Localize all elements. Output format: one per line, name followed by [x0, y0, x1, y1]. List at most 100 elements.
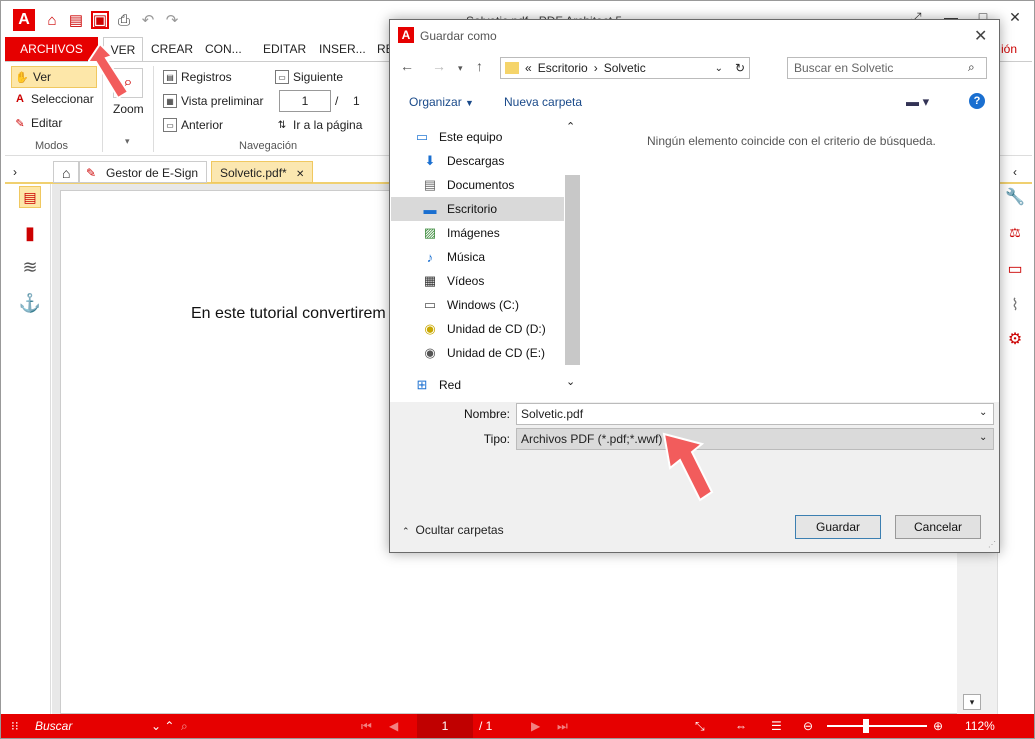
- dialog-close-button[interactable]: ✕: [974, 26, 987, 46]
- panel-toggle-icon[interactable]: ›: [5, 161, 25, 183]
- layers-icon[interactable]: ≋: [19, 256, 41, 278]
- zoom-slider-thumb[interactable]: [863, 719, 869, 733]
- registros-button[interactable]: ▤ Registros: [163, 70, 232, 84]
- filename-dropdown-icon[interactable]: ⌄: [979, 407, 987, 418]
- wrench-icon[interactable]: 🔧: [1004, 186, 1026, 208]
- cancel-button[interactable]: Cancelar: [895, 515, 981, 539]
- open-folder-icon[interactable]: ▤: [67, 11, 85, 29]
- certificate-icon[interactable]: ⚙: [1004, 328, 1026, 350]
- page-number-input[interactable]: 1: [279, 90, 331, 112]
- attachment-icon[interactable]: ⌇: [1004, 294, 1026, 316]
- single-page-icon[interactable]: ☰: [771, 714, 782, 738]
- tree-item-descargas[interactable]: ⬇ Descargas: [421, 149, 594, 173]
- collapse-right-icon[interactable]: ‹: [1005, 161, 1025, 183]
- filetype-select[interactable]: Archivos PDF (*.pdf;*.wwf): [516, 428, 994, 450]
- print-icon[interactable]: ⎙: [115, 11, 133, 29]
- anchor-icon[interactable]: ⚓: [19, 292, 41, 314]
- filetype-dropdown-icon[interactable]: ⌄: [979, 432, 987, 443]
- pictures-icon: ▨: [423, 225, 437, 240]
- address-dropdown-icon[interactable]: ⌄: [715, 63, 723, 74]
- home-tab-icon[interactable]: ⌂: [53, 161, 80, 183]
- tree-scrollbar-thumb[interactable]: [565, 175, 580, 365]
- mode-ver-button[interactable]: ✋ Ver: [11, 66, 97, 88]
- scroll-down-icon[interactable]: ▾: [963, 694, 981, 710]
- back-arrow-icon[interactable]: ←: [400, 58, 414, 74]
- redo-icon[interactable]: ↷: [163, 11, 181, 29]
- mode-select-button[interactable]: A Seleccionar: [13, 92, 94, 106]
- pages-panel-icon[interactable]: ▤: [19, 186, 41, 208]
- search-field[interactable]: Buscar: [35, 714, 72, 738]
- fit-width-icon[interactable]: ⇔: [735, 714, 747, 738]
- address-bar[interactable]: « Escritorio › Solvetic ⌄ ↻: [500, 57, 750, 79]
- new-folder-button[interactable]: Nueva carpeta: [504, 95, 582, 109]
- zoom-out-icon[interactable]: ⊖: [803, 714, 813, 738]
- undo-icon[interactable]: ↶: [139, 11, 157, 29]
- next-page-icon[interactable]: ▶: [531, 714, 540, 738]
- first-page-icon[interactable]: ⏮: [361, 714, 372, 738]
- view-options-icon[interactable]: ▬ ▾: [906, 94, 929, 110]
- status-bar: ⁝⁝ Buscar ⌄ ⌃ ⌕ ⏮ ◀ 1 / 1 ▶ ⏭ ⤡ ⇔ ☰ ⊖ ⊕ …: [1, 714, 1034, 738]
- bookmark-icon[interactable]: ▮: [19, 222, 41, 244]
- siguiente-button[interactable]: ▭ Siguiente: [275, 70, 343, 84]
- tab-insertar[interactable]: INSER...: [313, 37, 372, 61]
- fit-page-icon[interactable]: ⤡: [695, 714, 705, 738]
- breadcrumb-separator-icon: ›: [593, 61, 598, 75]
- tree-scroll-up-icon[interactable]: ⌃: [566, 120, 575, 133]
- vista-preliminar-button[interactable]: ▦ Vista preliminar: [163, 94, 263, 108]
- zoom-level[interactable]: 112%: [965, 714, 995, 738]
- comment-icon[interactable]: ▭: [1004, 258, 1026, 280]
- drive-icon: ▭: [423, 297, 437, 312]
- compare-icon[interactable]: ⚖: [1004, 222, 1026, 244]
- search-icon[interactable]: ⌕: [181, 714, 188, 738]
- tab-esign[interactable]: ✎ Gestor de E-Sign: [79, 161, 208, 183]
- tree-item-escritorio[interactable]: ▬ Escritorio: [391, 197, 564, 221]
- recent-dropdown-icon[interactable]: ▾: [458, 63, 463, 74]
- tab-archivos[interactable]: ARCHIVOS: [5, 37, 98, 61]
- last-page-icon[interactable]: ⏭: [557, 714, 568, 738]
- save-icon[interactable]: ▣: [91, 11, 109, 29]
- tree-scroll-down-icon[interactable]: ⌄: [566, 375, 575, 388]
- save-button[interactable]: Guardar: [795, 515, 881, 539]
- home-icon[interactable]: ⌂: [43, 11, 61, 29]
- zoom-in-icon[interactable]: ⊕: [933, 714, 943, 738]
- zoom-slider-track[interactable]: [827, 725, 927, 727]
- resize-grip-icon[interactable]: ⋰: [988, 540, 996, 549]
- goto-page-icon: ⇅: [277, 119, 287, 131]
- mode-edit-button[interactable]: ✎ Editar: [13, 116, 62, 130]
- search-options-icon[interactable]: ⌄ ⌃: [151, 714, 174, 738]
- breadcrumb-solvetic[interactable]: Solvetic: [604, 61, 646, 75]
- tab-convertir[interactable]: CON...: [199, 37, 248, 61]
- tab-solvetic-pdf[interactable]: Solvetic.pdf* ✕: [211, 161, 314, 183]
- close-tab-icon[interactable]: ✕: [296, 169, 304, 180]
- hide-folders-toggle[interactable]: ⌃ Ocultar carpetas: [402, 523, 504, 537]
- tab-editar[interactable]: EDITAR: [257, 37, 312, 61]
- tree-item-red[interactable]: ⊞ Red: [413, 373, 586, 397]
- group-label-modos: Modos: [35, 140, 69, 152]
- prev-page-icon[interactable]: ◀: [389, 714, 398, 738]
- dialog-search-input[interactable]: Buscar en Solvetic: [787, 57, 987, 79]
- annotation-arrow-icon: [88, 44, 130, 100]
- organize-button[interactable]: Organizar ▼: [409, 95, 474, 109]
- help-icon[interactable]: ?: [969, 93, 985, 109]
- filename-input[interactable]: Solvetic.pdf: [516, 403, 994, 425]
- close-button[interactable]: ✕: [1005, 9, 1025, 27]
- thumbnails-icon: ▦: [163, 94, 177, 108]
- zoom-label[interactable]: Zoom: [113, 102, 144, 116]
- refresh-icon[interactable]: ↻: [735, 61, 745, 75]
- text-select-icon: A: [16, 93, 24, 105]
- name-label: Nombre:: [463, 407, 510, 421]
- forward-arrow-icon[interactable]: →: [432, 58, 446, 74]
- cd-icon: ◉: [424, 321, 436, 336]
- ir-a-pagina-button[interactable]: ⇅ Ir a la página: [275, 118, 363, 132]
- page-text: En este tutorial convertirem: [191, 305, 386, 322]
- tab-crear[interactable]: CREAR: [145, 37, 199, 61]
- up-arrow-icon[interactable]: ↑: [476, 58, 483, 74]
- zoom-dropdown-icon[interactable]: ▾: [125, 136, 130, 147]
- anterior-button[interactable]: ▭ Anterior: [163, 118, 223, 132]
- hand-icon: ✋: [15, 71, 29, 84]
- tree-item-este-equipo[interactable]: ▭ Este equipo: [413, 125, 586, 149]
- breadcrumb-escritorio[interactable]: Escritorio: [538, 61, 588, 75]
- network-icon: ⊞: [416, 377, 428, 392]
- dialog-search-icon[interactable]: ⌕: [968, 60, 975, 75]
- status-page-input[interactable]: 1: [417, 714, 473, 738]
